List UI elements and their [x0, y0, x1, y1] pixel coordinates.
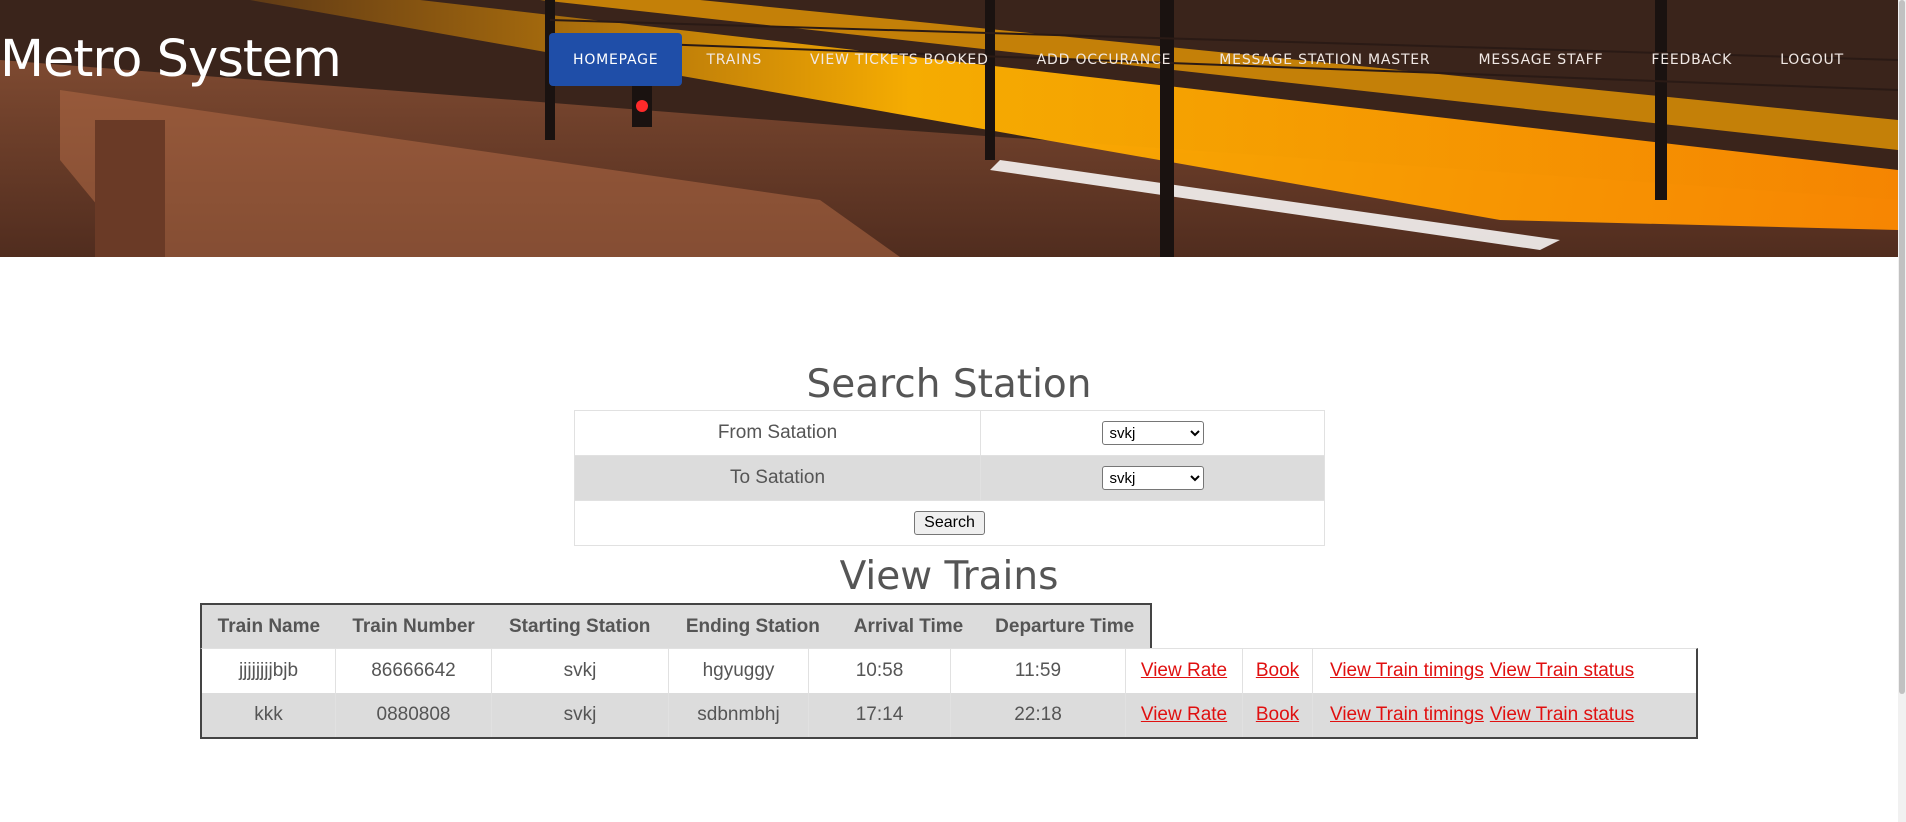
view-rate-cell: View Rate	[1126, 649, 1243, 693]
view-train-status-link[interactable]: View Train status	[1490, 704, 1634, 726]
site-title: Metro System	[0, 30, 342, 89]
view-rate-link[interactable]: View Rate	[1141, 660, 1227, 682]
departure-time-cell: 22:18	[951, 693, 1126, 737]
train-number-cell: 86666642	[336, 649, 492, 693]
view-rate-link[interactable]: View Rate	[1141, 704, 1227, 726]
departure-time-cell: 11:59	[951, 649, 1126, 693]
col-arrival-time: Arrival Time	[853, 615, 964, 637]
view-trains-heading: View Trains	[839, 554, 1059, 599]
col-ending-station: Ending Station	[685, 615, 820, 637]
to-station-select[interactable]: svkj	[1101, 466, 1204, 490]
to-station-label: To Satation	[574, 455, 981, 501]
ending-station-cell: sdbnmbhj	[669, 693, 809, 737]
nav-view-tickets-booked[interactable]: View Tickets Booked	[786, 33, 1013, 86]
train-number-cell: 0880808	[336, 693, 492, 737]
view-train-timings-link[interactable]: View Train timings	[1330, 704, 1484, 726]
search-station-heading: Search Station	[806, 362, 1092, 407]
main-nav: Homepage Trains View Tickets Booked Add …	[549, 33, 1868, 86]
col-departure-time: Departure Time	[995, 615, 1135, 637]
train-info-links-cell: View Train timings View Train status	[1313, 693, 1696, 737]
page-scrollbar-thumb[interactable]	[1899, 0, 1905, 694]
nav-message-staff[interactable]: Message Staff	[1454, 33, 1627, 86]
from-station-label: From Satation	[574, 410, 981, 456]
trains-table-header: Train Name Train Number Starting Station…	[200, 603, 1152, 648]
search-button-cell: Search	[574, 500, 1325, 546]
nav-logout[interactable]: Logout	[1756, 33, 1868, 86]
hero-banner: Metro System Homepage Trains View Ticket…	[0, 0, 1898, 257]
table-row: jjjjjjjjbjb 86666642 svkj hgyuggy 10:58 …	[202, 649, 1696, 693]
view-train-timings-link[interactable]: View Train timings	[1330, 660, 1484, 682]
arrival-time-cell: 17:14	[809, 693, 951, 737]
starting-station-cell: svkj	[492, 649, 669, 693]
train-name-cell: kkk	[202, 693, 336, 737]
search-button[interactable]: Search	[914, 511, 985, 535]
starting-station-cell: svkj	[492, 693, 669, 737]
to-station-cell: svkj	[980, 455, 1325, 501]
book-cell: Book	[1243, 693, 1313, 737]
nav-message-station-master[interactable]: Message Station Master	[1195, 33, 1454, 86]
view-rate-cell: View Rate	[1126, 693, 1243, 737]
trains-table-body: jjjjjjjjbjb 86666642 svkj hgyuggy 10:58 …	[200, 648, 1698, 739]
search-station-form: From Satation svkj To Satation svkj Sear…	[574, 410, 1325, 546]
nav-add-occurance[interactable]: Add Occurance	[1013, 33, 1196, 86]
col-train-name: Train Name	[217, 615, 321, 637]
nav-trains[interactable]: Trains	[682, 33, 786, 86]
ending-station-cell: hgyuggy	[669, 649, 809, 693]
col-train-number: Train Number	[352, 615, 475, 637]
book-link[interactable]: Book	[1256, 660, 1299, 682]
nav-homepage[interactable]: Homepage	[549, 33, 683, 86]
nav-feedback[interactable]: Feedback	[1627, 33, 1756, 86]
from-station-cell: svkj	[980, 410, 1325, 456]
view-train-status-link[interactable]: View Train status	[1490, 660, 1634, 682]
train-name-cell: jjjjjjjjbjb	[202, 649, 336, 693]
col-starting-station: Starting Station	[508, 615, 651, 637]
book-link[interactable]: Book	[1256, 704, 1299, 726]
arrival-time-cell: 10:58	[809, 649, 951, 693]
table-row: kkk 0880808 svkj sdbnmbhj 17:14 22:18 Vi…	[202, 693, 1696, 737]
book-cell: Book	[1243, 649, 1313, 693]
train-info-links-cell: View Train timings View Train status	[1313, 649, 1696, 693]
from-station-select[interactable]: svkj	[1101, 421, 1204, 445]
